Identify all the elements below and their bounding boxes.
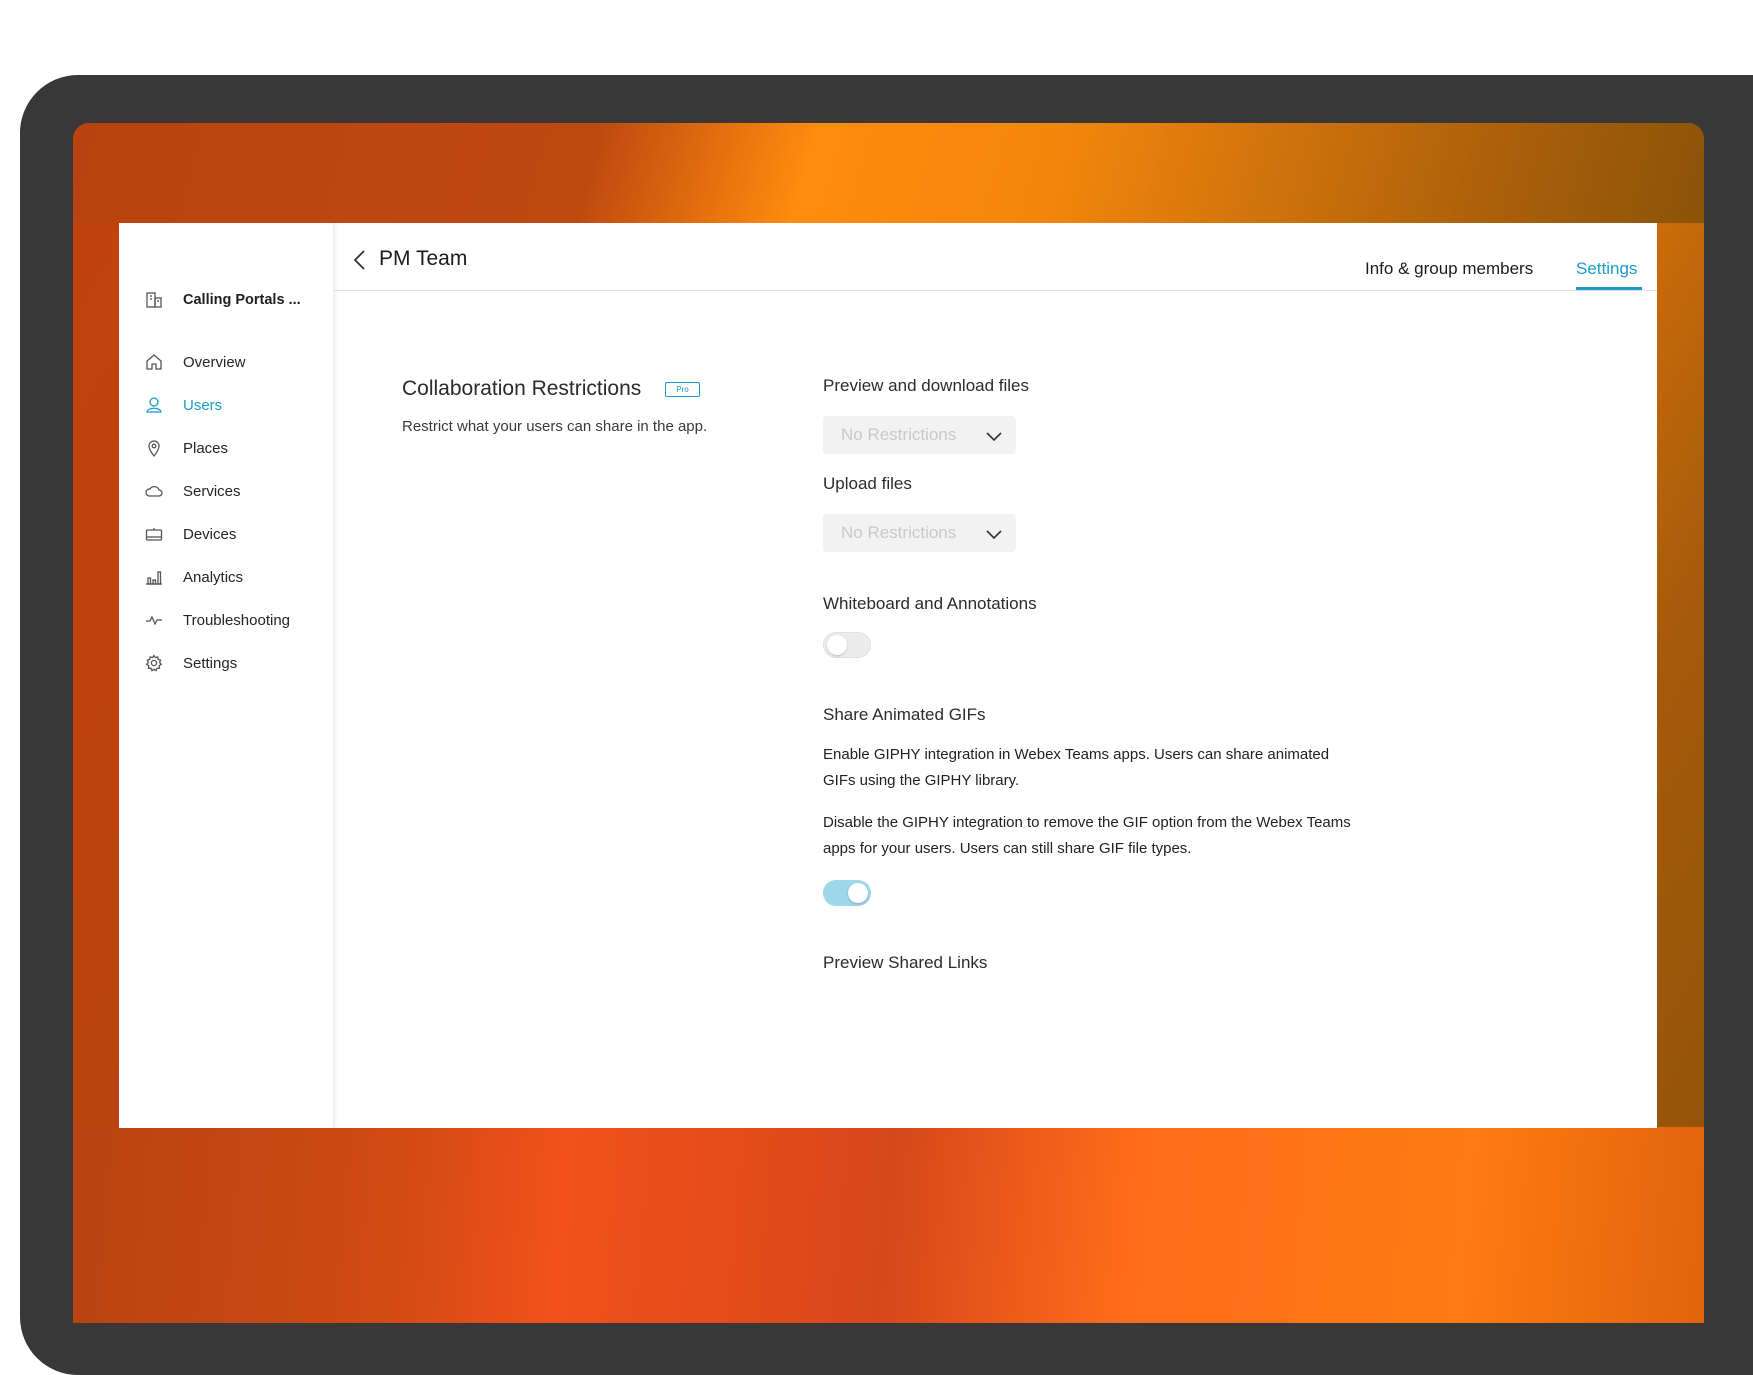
- pro-badge: Pro: [665, 382, 700, 397]
- sidebar: Calling Portals ... Overview Users Place…: [119, 223, 334, 1128]
- whiteboard-label: Whiteboard and Annotations: [823, 594, 1037, 613]
- tab-settings[interactable]: Settings: [1576, 259, 1637, 279]
- sidebar-item-label: Places: [183, 439, 229, 457]
- chevron-down-icon: [986, 527, 1002, 545]
- sidebar-item-label: Services: [183, 482, 241, 500]
- preview-download-label: Preview and download files: [823, 376, 1030, 395]
- main-content: PM Team Info & group members Settings Co…: [334, 223, 1657, 1128]
- sidebar-item-label: Overview: [183, 353, 246, 371]
- sidebar-item-label: Troubleshooting: [183, 611, 291, 629]
- cloud-icon: [145, 482, 163, 500]
- active-tab-indicator: [1576, 287, 1642, 290]
- toggle-knob: [848, 883, 868, 903]
- sidebar-item-label: Devices: [183, 525, 237, 543]
- org-name: Calling Portals ...: [183, 292, 301, 308]
- device-icon: [145, 525, 163, 543]
- preview-download-select[interactable]: No Restrictions: [823, 416, 1016, 454]
- sidebar-item-troubleshooting[interactable]: Troubleshooting: [145, 611, 290, 629]
- wallpaper-bottom: [73, 1127, 1704, 1323]
- tab-info-group-members[interactable]: Info & group members: [1365, 259, 1533, 279]
- home-icon: [145, 353, 163, 371]
- page-header: PM Team Info & group members Settings: [334, 223, 1657, 291]
- section-description: Restrict what your users can share in th…: [402, 418, 708, 435]
- sidebar-item-users[interactable]: Users: [145, 396, 222, 414]
- location-pin-icon: [145, 439, 163, 458]
- sidebar-item-settings[interactable]: Settings: [145, 654, 237, 672]
- preview-download-value: No Restrictions: [841, 425, 957, 444]
- section-title: Collaboration Restrictions: [402, 377, 642, 400]
- preview-links-label: Preview Shared Links: [823, 953, 988, 972]
- sidebar-item-label: Settings: [183, 654, 238, 672]
- app-window: Calling Portals ... Overview Users Place…: [119, 223, 1657, 1128]
- sidebar-item-places[interactable]: Places: [145, 439, 229, 458]
- building-icon: [145, 291, 163, 309]
- upload-files-select[interactable]: No Restrictions: [823, 514, 1016, 552]
- page-title: PM Team: [379, 247, 468, 270]
- whiteboard-toggle[interactable]: [823, 632, 871, 658]
- gear-icon: [145, 654, 163, 672]
- org-switcher[interactable]: Calling Portals ...: [145, 291, 301, 309]
- upload-files-value: No Restrictions: [841, 523, 957, 542]
- upload-files-label: Upload files: [823, 474, 912, 493]
- chevron-down-icon: [986, 429, 1002, 447]
- user-icon: [145, 396, 163, 414]
- sidebar-item-analytics[interactable]: Analytics: [145, 568, 243, 586]
- sidebar-item-services[interactable]: Services: [145, 482, 241, 500]
- sidebar-item-label: Analytics: [183, 568, 244, 586]
- sidebar-item-overview[interactable]: Overview: [145, 353, 246, 371]
- share-gifs-toggle[interactable]: [823, 880, 871, 906]
- bar-chart-icon: [145, 568, 163, 586]
- sidebar-item-label: Users: [183, 396, 223, 414]
- toggle-knob: [827, 635, 847, 655]
- share-gifs-label: Share Animated GIFs: [823, 705, 986, 724]
- share-gifs-description-disable: Disable the GIPHY integration to remove …: [823, 814, 1351, 857]
- pulse-icon: [145, 611, 163, 629]
- chevron-left-icon[interactable]: [352, 249, 366, 276]
- sidebar-item-devices[interactable]: Devices: [145, 525, 236, 543]
- wallpaper-top: [73, 123, 1704, 223]
- share-gifs-description-enable: Enable GIPHY integration in Webex Teams …: [823, 746, 1330, 789]
